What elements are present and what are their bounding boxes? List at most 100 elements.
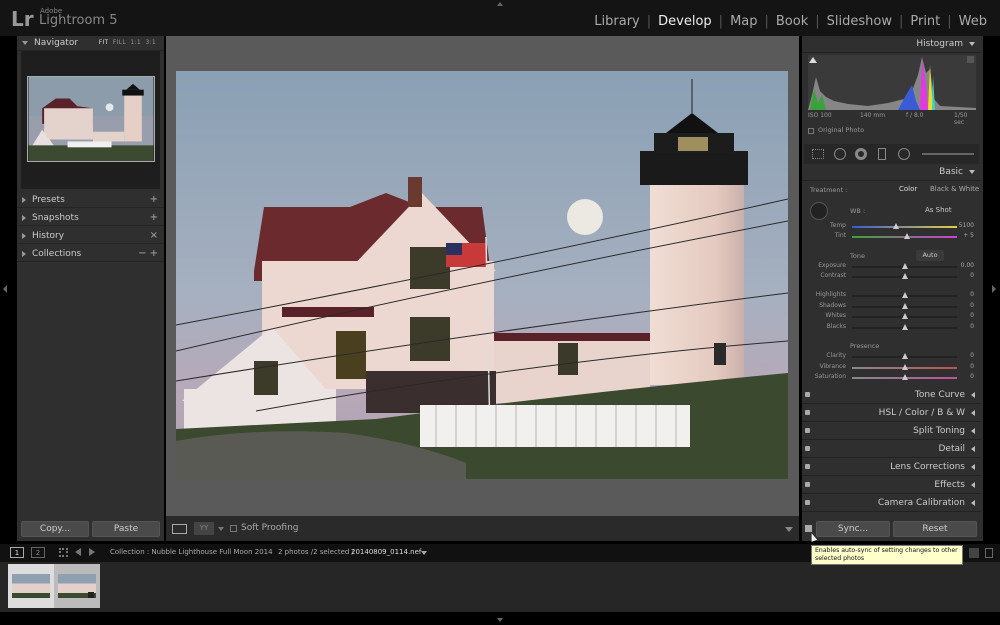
original-photo-checkbox[interactable] <box>808 128 814 134</box>
slider-saturation[interactable]: Saturation 0 <box>812 373 974 383</box>
navigator-header[interactable]: Navigator FIT FILL 1:1 3:1 <box>17 36 164 51</box>
collections-header[interactable]: Collections − + <box>17 246 164 262</box>
add-snapshot-icon[interactable]: + <box>150 212 158 223</box>
treatment-black-white[interactable]: Black & White <box>930 185 979 193</box>
zoom-3-1[interactable]: 3:1 <box>145 39 156 46</box>
slider-knob-icon[interactable] <box>901 363 908 370</box>
slider-track[interactable] <box>852 292 957 298</box>
paste-button[interactable]: Paste <box>92 521 160 537</box>
navigator-thumbnail[interactable] <box>27 76 155 162</box>
current-filename[interactable]: 20140809_0114.nef <box>351 548 421 556</box>
secondary-window-button[interactable]: 2 <box>31 547 45 558</box>
crop-tool-icon[interactable] <box>812 149 824 159</box>
spot-removal-icon[interactable] <box>834 148 846 160</box>
section-effects[interactable]: Effects <box>802 477 981 494</box>
histogram-header[interactable]: Histogram <box>802 36 981 53</box>
slider-knob-icon[interactable] <box>893 223 900 229</box>
collections-actions-icon[interactable]: − + <box>138 248 158 259</box>
snapshots-header[interactable]: Snapshots + <box>17 210 164 226</box>
slider-track[interactable] <box>852 233 957 239</box>
red-eye-icon[interactable] <box>855 148 867 160</box>
history-header[interactable]: History × <box>17 228 164 244</box>
slider-highlights[interactable]: Highlights 0 <box>812 291 974 301</box>
white-balance-eyedropper-icon[interactable] <box>810 202 828 220</box>
module-book[interactable]: Book <box>769 14 815 29</box>
left-panel-toggle-icon[interactable] <box>3 285 7 293</box>
slider-track[interactable] <box>852 353 957 359</box>
slider-value[interactable]: 0.00 <box>961 262 974 269</box>
slider-value[interactable]: 5100 <box>959 222 974 229</box>
slider-knob-icon[interactable] <box>901 374 908 381</box>
slider-value[interactable]: 0 <box>970 302 974 309</box>
slider-value[interactable]: 0 <box>970 373 974 380</box>
zoom-1-1[interactable]: 1:1 <box>130 39 141 46</box>
slider-temp[interactable]: Temp 5100 <box>812 222 974 232</box>
module-map[interactable]: Map <box>723 14 764 29</box>
section-hsl-color-b-w[interactable]: HSL / Color / B & W <box>802 405 981 422</box>
graduated-filter-icon[interactable] <box>878 148 886 160</box>
wb-value-dropdown[interactable]: As Shot <box>925 206 952 214</box>
slider-shadows[interactable]: Shadows 0 <box>812 302 974 312</box>
slider-tint[interactable]: Tint + 5 <box>812 232 974 242</box>
slider-knob-icon[interactable] <box>901 353 908 359</box>
main-window-button[interactable]: 1 <box>10 547 24 558</box>
panel-switch-icon[interactable] <box>805 500 810 505</box>
slider-track[interactable] <box>852 273 957 279</box>
zoom-fit[interactable]: FIT <box>99 39 109 46</box>
slider-blacks[interactable]: Blacks 0 <box>812 323 974 333</box>
zoom-fill[interactable]: FILL <box>113 39 126 46</box>
slider-contrast[interactable]: Contrast 0 <box>812 272 974 282</box>
slider-knob-icon[interactable] <box>901 302 908 309</box>
basic-header[interactable]: Basic <box>802 164 981 181</box>
slider-track[interactable] <box>852 374 957 381</box>
section-camera-calibration[interactable]: Camera Calibration <box>802 495 981 512</box>
module-slideshow[interactable]: Slideshow <box>820 14 899 29</box>
slider-knob-icon[interactable] <box>901 323 908 330</box>
auto-tone-button[interactable]: Auto <box>916 250 944 261</box>
slider-whites[interactable]: Whites 0 <box>812 312 974 322</box>
panel-switch-icon[interactable] <box>805 392 810 397</box>
presets-header[interactable]: Presets + <box>17 192 164 208</box>
soft-proofing-checkbox[interactable] <box>230 525 237 532</box>
view-options-dropdown-icon[interactable] <box>218 527 224 531</box>
slider-exposure[interactable]: Exposure 0.00 <box>812 262 974 272</box>
collection-source[interactable]: Collection : Nubble Lighthouse Full Moon… <box>110 548 273 556</box>
add-preset-icon[interactable]: + <box>150 194 158 205</box>
slider-value[interactable]: + 5 <box>963 232 974 239</box>
section-split-toning[interactable]: Split Toning <box>802 423 981 440</box>
toolbar-menu-icon[interactable] <box>785 527 793 532</box>
panel-switch-icon[interactable] <box>805 464 810 469</box>
panel-switch-icon[interactable] <box>805 482 810 487</box>
main-photo[interactable] <box>176 71 788 479</box>
grid-view-icon[interactable] <box>59 548 68 557</box>
module-develop[interactable]: Develop <box>651 14 719 29</box>
module-web[interactable]: Web <box>952 14 994 29</box>
top-panel-toggle-icon[interactable] <box>497 2 503 6</box>
filmstrip-thumb-1[interactable] <box>8 564 54 608</box>
bottom-panel-toggle-icon[interactable] <box>497 618 503 622</box>
slider-knob-icon[interactable] <box>903 233 910 239</box>
slider-track[interactable] <box>852 302 957 309</box>
filmstrip-thumb-2[interactable] <box>54 564 100 608</box>
section-detail[interactable]: Detail <box>802 441 981 458</box>
adjustment-brush-slider[interactable] <box>922 153 974 155</box>
slider-clarity[interactable]: Clarity 0 <box>812 352 974 362</box>
slider-track[interactable] <box>852 363 957 370</box>
slider-value[interactable]: 0 <box>970 291 974 298</box>
section-tone-curve[interactable]: Tone Curve <box>802 387 981 404</box>
slider-value[interactable]: 0 <box>970 323 974 330</box>
panel-switch-icon[interactable] <box>805 428 810 433</box>
slider-knob-icon[interactable] <box>901 292 908 298</box>
slider-track[interactable] <box>852 263 957 269</box>
filter-switch[interactable] <box>969 548 979 558</box>
section-lens-corrections[interactable]: Lens Corrections <box>802 459 981 476</box>
slider-value[interactable]: 0 <box>970 312 974 319</box>
slider-vibrance[interactable]: Vibrance 0 <box>812 363 974 373</box>
slider-value[interactable]: 0 <box>970 352 974 359</box>
back-arrow-icon[interactable] <box>75 548 81 556</box>
filename-dropdown-icon[interactable] <box>421 551 427 555</box>
slider-track[interactable] <box>852 313 957 320</box>
slider-knob-icon[interactable] <box>901 313 908 320</box>
panel-switch-icon[interactable] <box>805 446 810 451</box>
reset-button[interactable]: Reset <box>893 521 977 537</box>
